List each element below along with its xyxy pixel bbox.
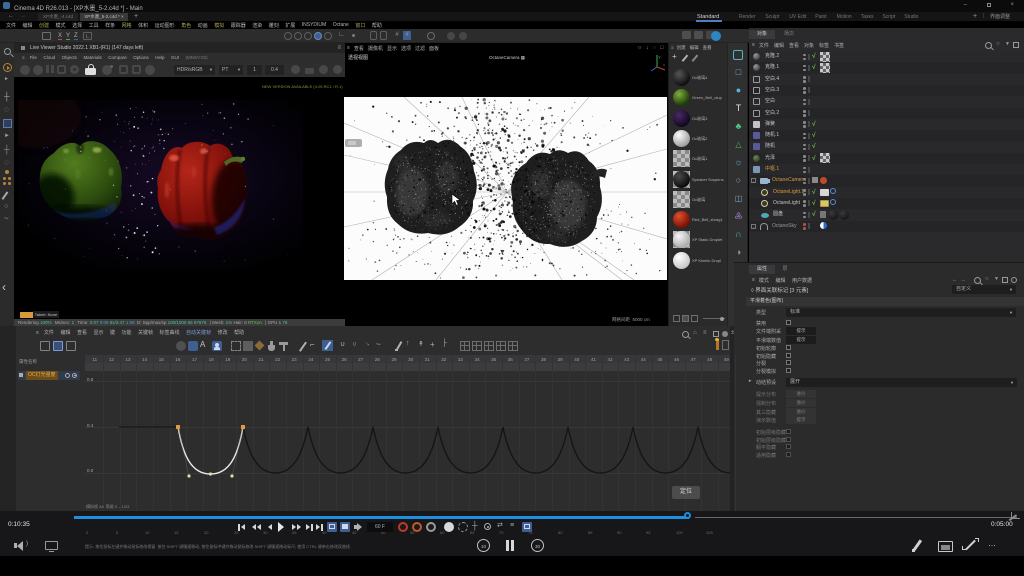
svg-text:y: y — [659, 54, 661, 59]
svg-text:x: x — [663, 62, 665, 67]
